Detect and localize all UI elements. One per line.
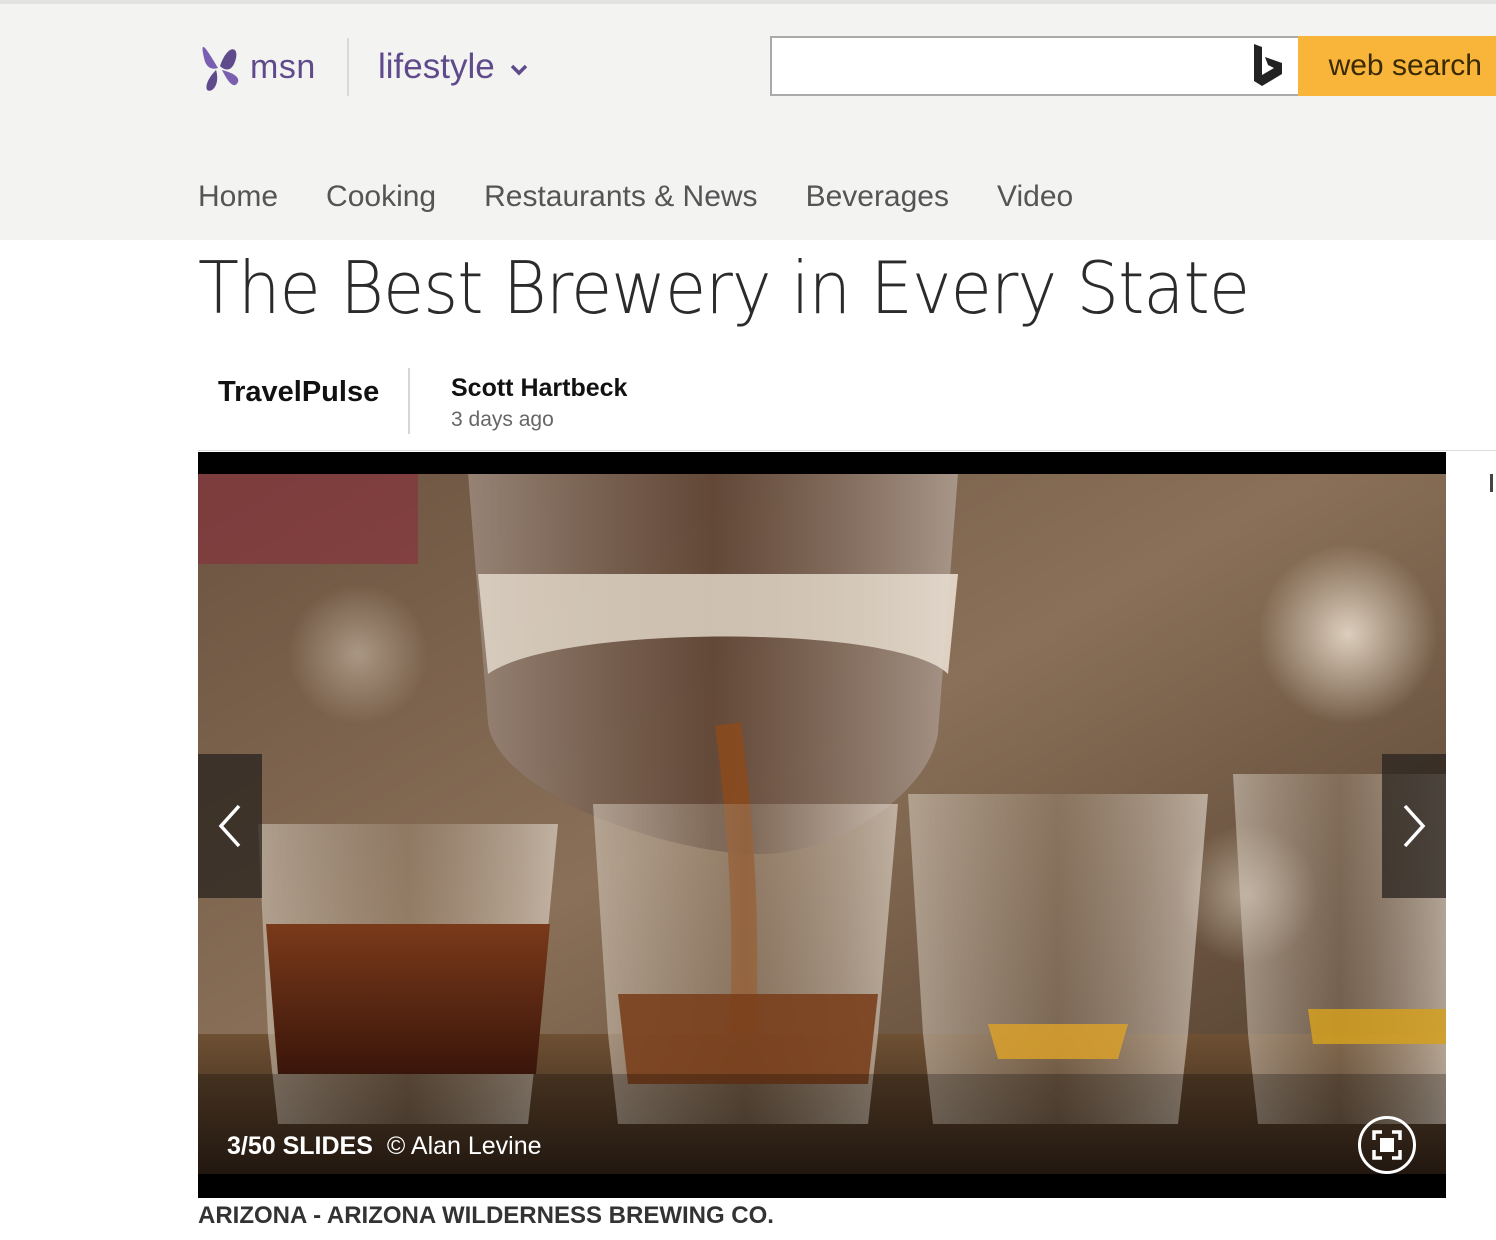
chevron-down-icon (510, 64, 527, 76)
section-label: lifestyle (378, 47, 495, 86)
site-header: msn lifestyle web search Home Cooking Re… (0, 4, 1496, 240)
header-divider (347, 38, 349, 96)
section-dropdown[interactable]: lifestyle (378, 42, 529, 92)
nav-item-cooking[interactable]: Cooking (326, 180, 436, 214)
web-search-button[interactable]: web search (1298, 36, 1496, 96)
slide-image (198, 474, 1446, 1174)
nav-item-video[interactable]: Video (997, 180, 1073, 214)
logo-text: msn (250, 47, 316, 86)
slide-caption: ARIZONA - ARIZONA WILDERNESS BREWING CO. (198, 1202, 774, 1229)
bing-icon[interactable] (1250, 42, 1286, 90)
publish-time: 3 days ago (451, 408, 554, 431)
byline-divider (408, 368, 410, 434)
next-slide-button[interactable] (1382, 754, 1446, 898)
search-box (770, 36, 1298, 96)
nav-item-home[interactable]: Home (198, 180, 278, 214)
chevron-left-icon (218, 804, 241, 848)
primary-nav: Home Cooking Restaurants & News Beverage… (198, 180, 1121, 214)
previous-slide-button[interactable] (198, 754, 262, 898)
scrollbar-fragment (1490, 474, 1493, 492)
fullscreen-icon (1372, 1130, 1402, 1160)
slideshow: 3/50 SLIDES © Alan Levine (198, 452, 1446, 1198)
nav-item-restaurants-news[interactable]: Restaurants & News (484, 180, 757, 214)
byline-rule (198, 450, 1496, 451)
slide-meta: 3/50 SLIDES © Alan Levine (227, 1132, 542, 1161)
author-name[interactable]: Scott Hartbeck (451, 374, 627, 403)
butterfly-icon (202, 46, 239, 91)
nav-item-beverages[interactable]: Beverages (806, 180, 949, 214)
search-input[interactable] (778, 42, 1242, 92)
chevron-right-icon (1403, 804, 1426, 848)
page-title: The Best Brewery in Every State (198, 246, 1250, 330)
slide-counter: 3/50 SLIDES (227, 1132, 373, 1160)
source-name[interactable]: TravelPulse (218, 376, 379, 409)
msn-logo[interactable]: msn (198, 36, 316, 98)
photo-credit: © Alan Levine (386, 1132, 542, 1160)
fullscreen-button[interactable] (1358, 1116, 1416, 1174)
